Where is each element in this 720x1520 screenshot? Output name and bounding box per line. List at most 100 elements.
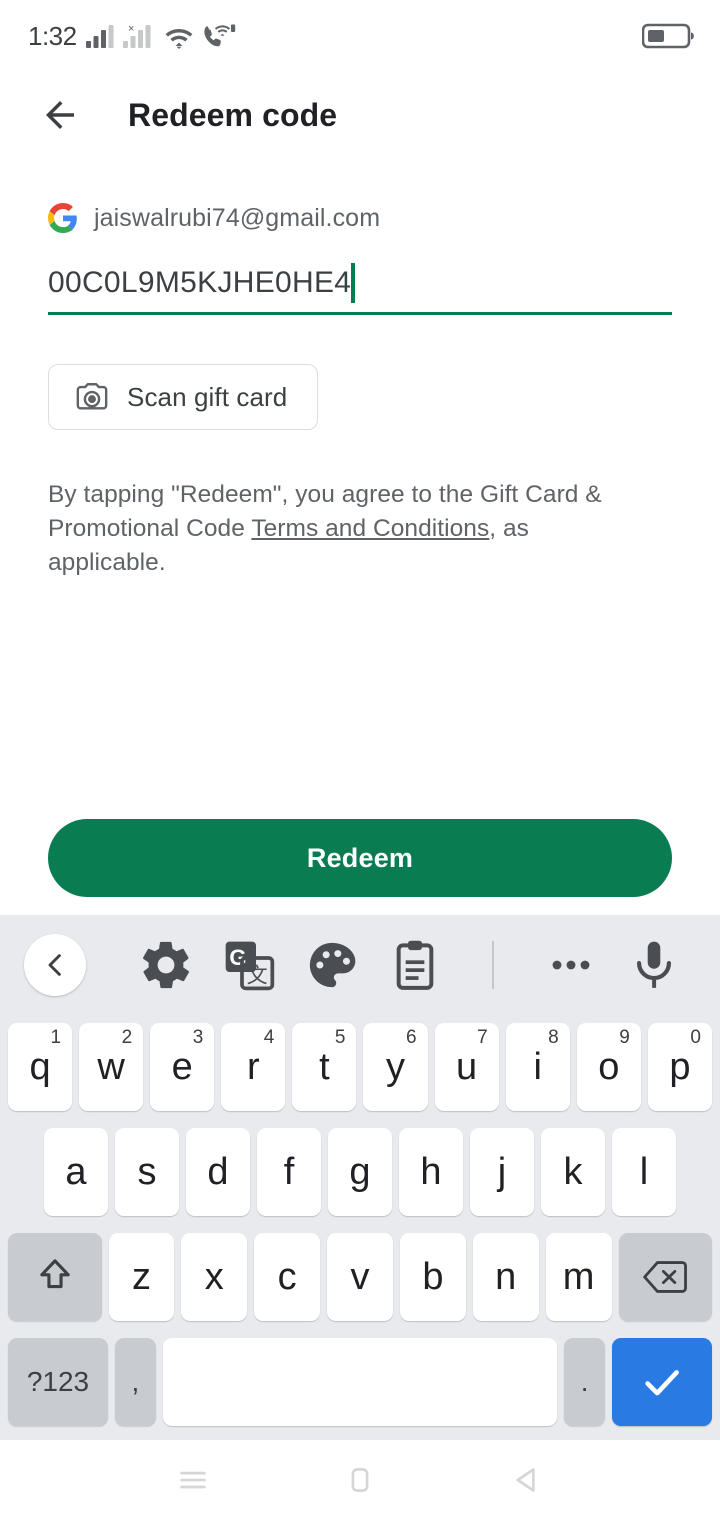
key-k[interactable]: k <box>541 1128 605 1217</box>
enter-key[interactable] <box>612 1337 712 1426</box>
keyboard-rows: 1q 2w 3e 4r 5t 6y 7u 8i 9o 0p a s d f g … <box>0 1015 720 1440</box>
key-label: x <box>204 1255 224 1298</box>
google-translate-icon: G 文 <box>225 941 275 991</box>
kb-toolbar-divider <box>492 941 495 989</box>
kb-collapse-toolbar-button[interactable] <box>24 934 86 996</box>
scan-gift-card-button[interactable]: Scan gift card <box>48 364 319 430</box>
svg-text:×: × <box>128 23 134 35</box>
kb-more-button[interactable] <box>530 937 613 993</box>
key-hint: 4 <box>263 1027 275 1049</box>
home-button[interactable] <box>325 1450 395 1510</box>
key-i[interactable]: 8i <box>505 1023 570 1112</box>
status-bar: 1:32 × <box>0 0 720 72</box>
key-u[interactable]: 7u <box>434 1023 499 1112</box>
back-button[interactable] <box>34 89 86 141</box>
home-square-icon <box>351 1468 369 1492</box>
key-hint: 2 <box>121 1027 133 1049</box>
chevron-left-icon <box>48 954 61 976</box>
key-a[interactable]: a <box>44 1128 108 1217</box>
key-hint: 7 <box>477 1027 488 1049</box>
key-label: a <box>65 1151 87 1194</box>
kb-voice-input-button[interactable] <box>613 937 696 993</box>
comma-key[interactable]: , <box>114 1337 156 1426</box>
key-r[interactable]: 4r <box>221 1023 286 1112</box>
key-label: r <box>247 1046 260 1089</box>
terms-and-conditions-link[interactable]: Terms and Conditions <box>251 515 489 542</box>
backspace-key[interactable] <box>618 1232 713 1321</box>
key-hint: 1 <box>50 1027 62 1049</box>
key-label: o <box>598 1046 620 1089</box>
key-c[interactable]: c <box>254 1232 321 1321</box>
key-h[interactable]: h <box>399 1128 463 1217</box>
recents-button[interactable] <box>158 1450 228 1510</box>
signal-bars-icon <box>85 25 114 48</box>
status-icons: × <box>85 23 236 49</box>
account-email: jaiswalrubi74@gmail.com <box>94 203 381 232</box>
key-e[interactable]: 3e <box>150 1023 215 1112</box>
key-v[interactable]: v <box>327 1232 393 1321</box>
kb-settings-button[interactable] <box>124 937 207 993</box>
redeem-code-value: 00C0L9M5KJHE0HE4 <box>48 266 352 299</box>
key-label: n <box>495 1255 517 1298</box>
signal-bars-no-service-icon: × <box>122 23 151 48</box>
key-hint: 0 <box>690 1027 701 1049</box>
microphone-icon <box>637 941 672 988</box>
key-o[interactable]: 9o <box>576 1023 641 1112</box>
key-p[interactable]: 0p <box>647 1023 712 1112</box>
key-label: u <box>456 1046 478 1089</box>
key-hint: 8 <box>548 1027 559 1049</box>
key-f[interactable]: f <box>257 1128 321 1217</box>
key-label: q <box>29 1046 51 1089</box>
key-label: k <box>563 1151 583 1194</box>
key-hint: 5 <box>334 1027 346 1049</box>
back-button-nav[interactable] <box>492 1450 562 1510</box>
shift-key[interactable] <box>8 1232 102 1321</box>
key-t[interactable]: 5t <box>292 1023 357 1112</box>
key-d[interactable]: d <box>186 1128 250 1217</box>
system-navigation-bar <box>0 1440 720 1520</box>
key-label: i <box>533 1046 542 1089</box>
backspace-icon <box>643 1261 688 1293</box>
key-label: l <box>639 1151 649 1194</box>
shift-arrow-icon <box>39 1259 70 1288</box>
period-key[interactable]: . <box>564 1337 605 1426</box>
key-label: j <box>497 1151 507 1194</box>
key-b[interactable]: b <box>399 1232 466 1321</box>
scan-gift-card-label: Scan gift card <box>127 381 288 412</box>
key-label: p <box>669 1046 691 1089</box>
keyboard-row-2: a s d f g h j k l <box>4 1120 716 1225</box>
status-bar-left: 1:32 × <box>28 21 236 52</box>
key-label: s <box>137 1151 157 1194</box>
account-row[interactable]: jaiswalrubi74@gmail.com <box>48 203 672 233</box>
key-m[interactable]: m <box>545 1232 612 1321</box>
key-w[interactable]: 2w <box>79 1023 144 1112</box>
key-x[interactable]: x <box>181 1232 248 1321</box>
key-g[interactable]: g <box>328 1128 392 1217</box>
key-label: t <box>319 1046 330 1089</box>
redeem-button[interactable]: Redeem <box>48 819 672 897</box>
keyboard-row-3: z x c v b n m <box>4 1225 716 1330</box>
key-hint: 6 <box>405 1027 417 1049</box>
key-label: e <box>171 1046 193 1089</box>
key-s[interactable]: s <box>115 1128 179 1217</box>
battery-icon <box>642 23 694 49</box>
symbols-key[interactable]: ?123 <box>8 1337 108 1426</box>
key-z[interactable]: z <box>108 1232 175 1321</box>
key-l[interactable]: l <box>612 1128 676 1217</box>
key-label: d <box>207 1151 229 1194</box>
key-hint: 3 <box>192 1027 204 1049</box>
key-q[interactable]: 1q <box>8 1023 73 1112</box>
on-screen-keyboard: G 文 1 q 2 w 3 e 4 r 5 t 6 y 7 u 8 i 9 o … <box>0 915 720 1440</box>
key-j[interactable]: j <box>470 1128 534 1217</box>
google-g-icon <box>48 203 77 233</box>
kb-translate-button[interactable]: G 文 <box>207 937 290 993</box>
redeem-code-input[interactable]: 00C0L9M5KJHE0HE4 <box>48 257 672 315</box>
key-label: ?123 <box>26 1365 90 1397</box>
kb-theme-button[interactable] <box>291 937 374 993</box>
more-horizontal-icon <box>552 960 590 970</box>
key-y[interactable]: 6y <box>363 1023 428 1112</box>
space-key[interactable] <box>162 1337 558 1426</box>
key-n[interactable]: n <box>472 1232 539 1321</box>
key-label: m <box>562 1255 595 1298</box>
kb-clipboard-button[interactable] <box>374 937 457 993</box>
